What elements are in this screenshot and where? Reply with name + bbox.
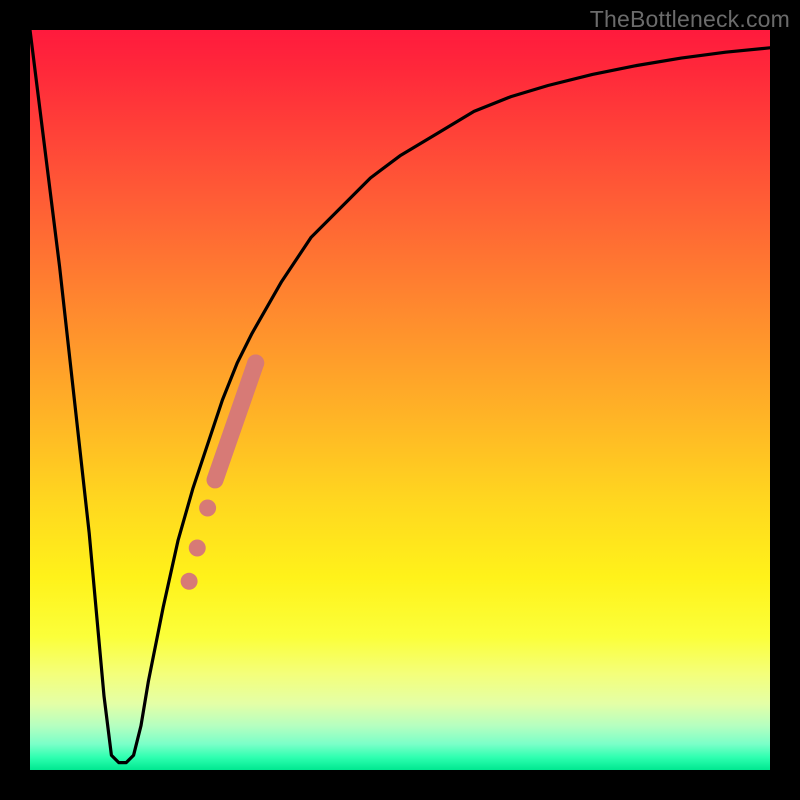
highlight-dot [181,573,198,590]
watermark-text: TheBottleneck.com [590,6,790,33]
chart-frame: TheBottleneck.com [0,0,800,800]
highlight-segment [215,363,256,480]
highlight-dot [199,500,216,517]
curve-layer [30,30,770,770]
highlight-dot [247,355,264,372]
bottleneck-curve-path [30,30,770,763]
highlight-dot [189,540,206,557]
plot-area [30,30,770,770]
